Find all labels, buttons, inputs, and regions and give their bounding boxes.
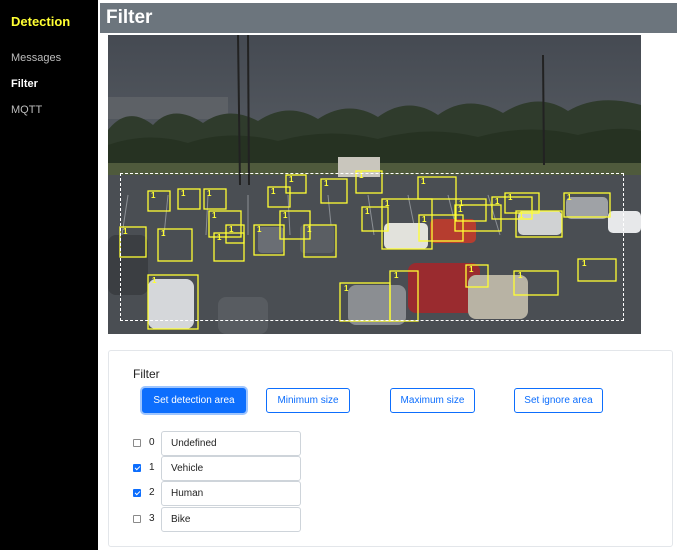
class-name-input-0[interactable] <box>161 431 301 456</box>
maximum-size-button[interactable]: Maximum size <box>390 388 475 413</box>
class-checkbox-1[interactable] <box>133 464 141 472</box>
sidebar-item-mqtt[interactable]: MQTT <box>11 104 42 116</box>
sidebar-item-messages[interactable]: Messages <box>11 52 61 64</box>
class-name-input-1[interactable] <box>161 456 301 481</box>
camera-view[interactable]: 1 1 1 1 1 1 1 1 1 1 1 1 1 1 1 1 1 1 1 1 … <box>108 35 641 334</box>
class-id: 3 <box>149 513 155 524</box>
filter-panel-title: Filter <box>133 367 160 381</box>
set-ignore-area-button[interactable]: Set ignore area <box>514 388 603 413</box>
class-name-input-2[interactable] <box>161 481 301 506</box>
page-header: Filter <box>100 3 677 33</box>
class-name-input-3[interactable] <box>161 507 301 532</box>
class-checkbox-2[interactable] <box>133 489 141 497</box>
minimum-size-button[interactable]: Minimum size <box>266 388 350 413</box>
set-detection-area-button[interactable]: Set detection area <box>142 388 246 413</box>
class-id: 0 <box>149 437 155 448</box>
filter-panel: Filter Set detection area Minimum size M… <box>108 350 673 547</box>
sidebar: Detection Messages Filter MQTT <box>0 0 98 550</box>
sidebar-title: Detection <box>11 14 71 29</box>
sidebar-item-filter[interactable]: Filter <box>11 78 38 90</box>
page-title: Filter <box>106 7 153 28</box>
class-id: 1 <box>149 462 155 473</box>
class-checkbox-0[interactable] <box>133 439 141 447</box>
class-id: 2 <box>149 487 155 498</box>
detection-area[interactable] <box>120 173 624 321</box>
class-checkbox-3[interactable] <box>133 515 141 523</box>
